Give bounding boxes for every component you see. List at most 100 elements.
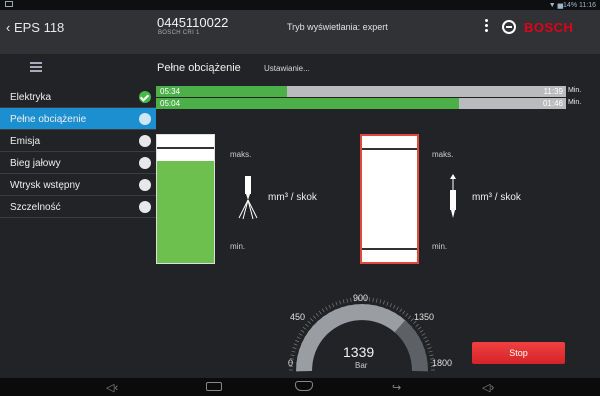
hamburger-menu-icon[interactable] <box>30 62 42 72</box>
status-dot-icon <box>139 135 151 147</box>
meter-scale-tick <box>310 318 314 322</box>
volume-up-icon[interactable]: ◁› <box>482 381 494 394</box>
meter-scale-tick <box>302 326 307 330</box>
meter-scale-tick <box>293 343 298 346</box>
meter-scale-tick <box>379 299 382 304</box>
android-nav-bar: ◁‹ ↪ ◁› <box>0 378 600 396</box>
volume-down-icon[interactable]: ◁‹ <box>106 381 118 394</box>
meter-scale-tick <box>376 298 378 303</box>
meter-scale-tick <box>350 297 352 302</box>
elapsed-time: 05:04 <box>160 99 181 108</box>
meter-scale-tick <box>318 310 322 315</box>
meter-scale-tick <box>405 313 409 317</box>
min-label: min. <box>230 242 246 251</box>
meter-scale-tick <box>296 336 301 339</box>
meter-scale-tick <box>421 333 426 336</box>
max-line <box>362 148 417 150</box>
meter-scale-tick <box>307 320 311 325</box>
check-icon <box>139 91 151 103</box>
meter-tick-label: 0 <box>288 358 294 368</box>
meter-scale-tick <box>396 306 399 311</box>
meter-scale-tick <box>383 300 385 305</box>
meter-tick-label: 1800 <box>432 358 453 368</box>
meter-scale-tick <box>389 303 392 308</box>
meter-scale-tick <box>339 300 341 305</box>
unit-label: mm³ / skok <box>472 192 521 203</box>
step-time-progress: 05:04 01:46 <box>156 98 566 109</box>
sidebar-item-label: Pełne obciążenie <box>10 114 87 125</box>
meter-scale-tick <box>298 333 303 336</box>
sidebar-item-wtrysk-wstepny[interactable]: Wtrysk wstępny <box>0 174 156 196</box>
return-quantity-gauge <box>360 134 419 264</box>
sidebar-item-emisja[interactable]: Emisja <box>0 130 156 152</box>
meter-scale-tick <box>427 347 432 349</box>
meter-scale-tick <box>305 323 309 327</box>
back-button[interactable]: ‹ EPS 118 <box>6 20 64 35</box>
brand-logo: BOSCH <box>524 20 574 35</box>
meter-scale-tick <box>290 354 295 356</box>
pressure-unit: Bar <box>355 361 368 370</box>
injector-return-icon <box>450 174 456 218</box>
test-steps-sidebar: Elektryka Pełne obciążenie Emisja Bieg j… <box>0 86 156 218</box>
quantity-fill <box>157 161 214 263</box>
back-icon[interactable]: ↪ <box>392 381 401 394</box>
pressure-value: 1339 <box>343 344 375 360</box>
meter-scale-tick <box>402 310 406 315</box>
device-id: 0445110022 <box>157 15 229 30</box>
meter-tick-label: 450 <box>290 312 306 322</box>
progress-unit: Min. <box>568 99 582 106</box>
max-label: maks. <box>432 150 454 159</box>
meter-scale-tick <box>312 315 317 319</box>
injection-quantity-gauge <box>156 134 215 264</box>
meter-scale-tick <box>372 297 374 302</box>
meter-scale-tick <box>300 329 305 333</box>
meter-scale-tick <box>325 306 328 311</box>
settings-status: Ustawianie... <box>264 64 310 73</box>
meter-scale-tick <box>342 299 345 304</box>
sidebar-item-szczelnosc[interactable]: Szczelność <box>0 196 156 218</box>
display-mode-text[interactable]: Tryb wyświetlania: expert <box>287 22 388 32</box>
meter-scale-tick <box>292 347 297 349</box>
injector-spray-icon <box>238 176 258 220</box>
status-indicators: ▼ ▅14% 11:16 <box>548 2 596 9</box>
meter-scale-tick <box>399 308 403 313</box>
meter-scale-tick <box>332 303 335 308</box>
stop-button[interactable]: Stop <box>472 342 565 364</box>
meter-scale-tick <box>424 340 429 343</box>
unit-label: mm³ / skok <box>268 192 317 203</box>
sidebar-item-label: Wtrysk wstępny <box>10 180 81 191</box>
meter-scale-tick <box>386 301 389 306</box>
meter-scale-tick <box>423 336 428 339</box>
app-screen: ▼ ▅14% 11:16 ‹ EPS 118 0445110022 BOSCH … <box>0 0 600 396</box>
meter-tick-label: 1350 <box>414 312 435 322</box>
sidebar-item-pelne-obciazenie[interactable]: Pełne obciążenie <box>0 108 156 130</box>
meter-scale-tick <box>417 326 422 330</box>
kebab-menu-icon[interactable] <box>485 19 488 33</box>
min-line <box>362 248 417 250</box>
meter-scale-tick <box>393 304 396 309</box>
test-step-title: Pełne obciążenie <box>157 62 241 74</box>
sidebar-item-label: Bieg jałowy <box>10 158 61 169</box>
sidebar-item-elektryka[interactable]: Elektryka <box>0 86 156 108</box>
meter-scale-tick <box>428 350 433 353</box>
sidebar-item-label: Emisja <box>10 136 41 147</box>
remaining-time: 11:39 <box>543 87 563 96</box>
recent-apps-icon[interactable] <box>206 382 222 391</box>
meter-scale-tick <box>419 329 424 333</box>
meter-scale-tick <box>295 340 300 343</box>
meter-scale-tick <box>426 343 431 346</box>
min-label: min. <box>432 242 448 251</box>
home-icon[interactable] <box>295 381 313 391</box>
max-line <box>157 147 214 149</box>
meter-scale-tick <box>346 298 348 303</box>
sidebar-item-label: Szczelność <box>10 202 61 213</box>
sidebar-item-bieg-jalowy[interactable]: Bieg jałowy <box>0 152 156 174</box>
bosch-armature-icon <box>502 20 516 34</box>
meter-tick-label: 900 <box>353 293 369 303</box>
status-dot-icon <box>139 113 151 125</box>
meter-scale-tick <box>407 315 412 319</box>
max-label: maks. <box>230 150 252 159</box>
meter-scale-tick <box>315 313 319 317</box>
meter-scale-tick <box>335 301 338 306</box>
elapsed-time: 05:34 <box>160 87 181 96</box>
